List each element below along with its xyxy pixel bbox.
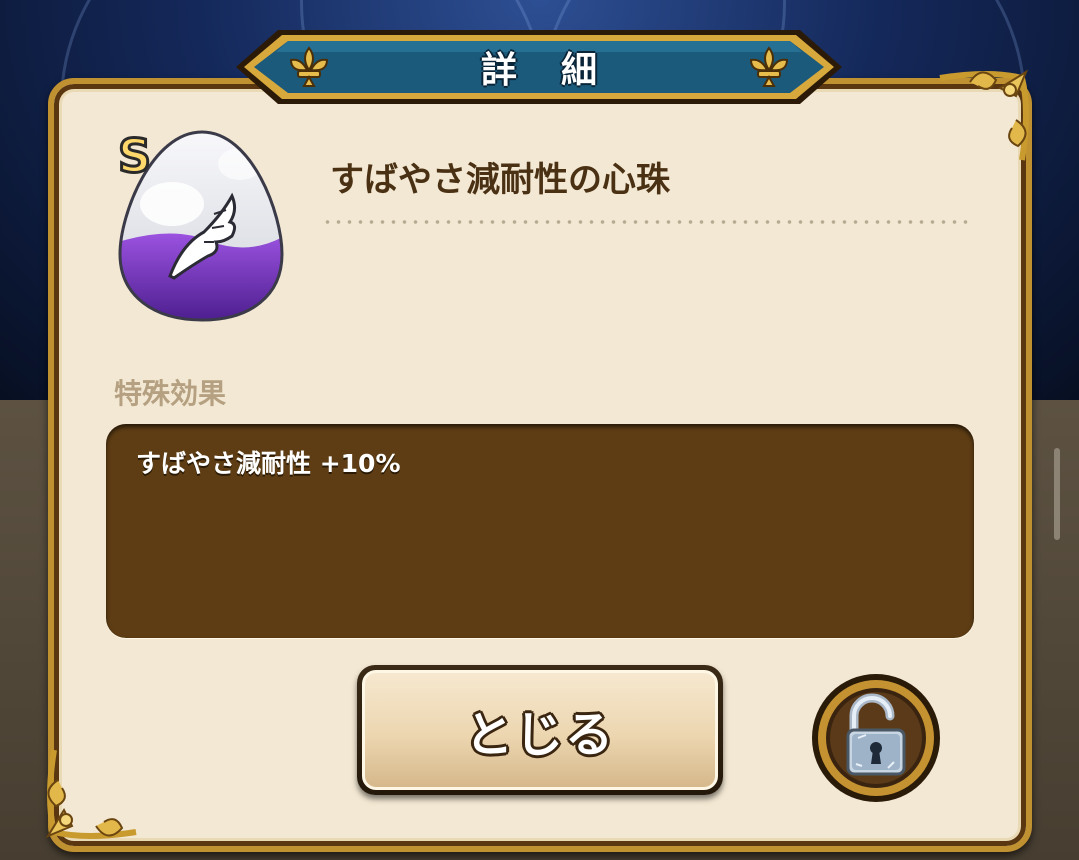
- title-plate: 詳細: [232, 26, 846, 108]
- item-name: すばやさ減耐性の心珠: [330, 160, 670, 200]
- lock-toggle-button[interactable]: [810, 672, 942, 804]
- dialog-title: 詳細: [480, 50, 641, 91]
- special-effect-label: 特殊効果: [114, 377, 227, 410]
- dotted-divider: [322, 220, 972, 224]
- rank-badge-icon: S: [118, 129, 151, 183]
- corner-ornament-icon: [939, 69, 1029, 161]
- special-effect-text: すばやさ減耐性 +10%: [136, 449, 401, 478]
- scrollbar[interactable]: [1054, 448, 1060, 540]
- corner-ornament-icon: [45, 749, 137, 839]
- close-button[interactable]: とじる: [357, 665, 723, 795]
- special-effect-box: すばやさ減耐性 +10%: [106, 424, 974, 638]
- close-button-label: とじる: [464, 707, 615, 763]
- close-button-face: とじる: [362, 670, 718, 790]
- unlocked-padlock-icon: [812, 674, 940, 802]
- wing-egg-jewel-icon: S: [117, 128, 284, 322]
